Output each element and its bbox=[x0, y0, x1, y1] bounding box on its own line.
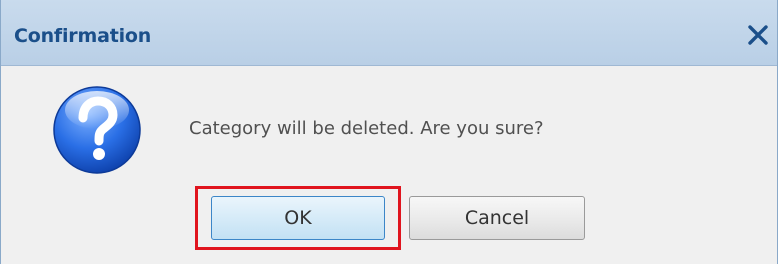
dialog-titlebar[interactable]: Confirmation bbox=[1, 0, 777, 66]
close-icon[interactable] bbox=[745, 22, 771, 48]
ok-button-label: OK bbox=[284, 207, 312, 229]
dialog-title: Confirmation bbox=[14, 25, 152, 47]
cancel-button[interactable]: Cancel bbox=[409, 196, 585, 240]
confirmation-dialog: Confirmation Category will be deleted. A… bbox=[0, 0, 778, 264]
question-icon bbox=[51, 84, 143, 176]
cancel-button-label: Cancel bbox=[464, 207, 530, 229]
ok-button[interactable]: OK bbox=[211, 196, 385, 240]
dialog-message: Category will be deleted. Are you sure? bbox=[189, 118, 544, 139]
dialog-body: Category will be deleted. Are you sure? … bbox=[1, 66, 777, 264]
